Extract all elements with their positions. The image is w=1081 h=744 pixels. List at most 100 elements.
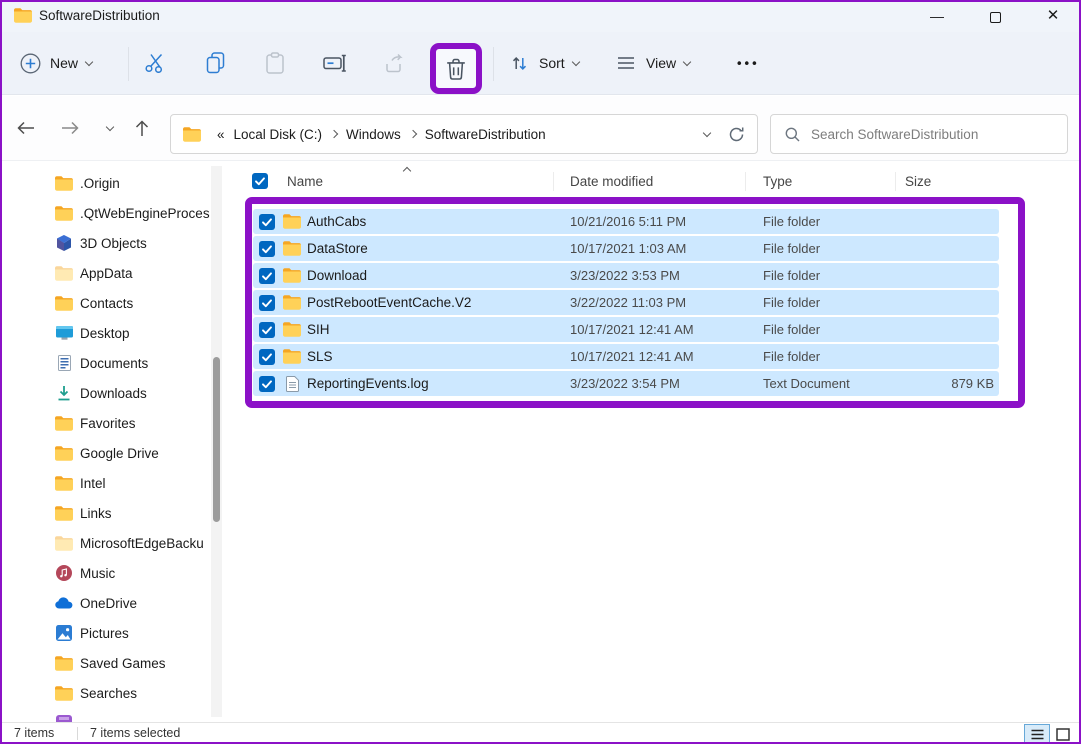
- file-row-sls[interactable]: SLS 10/17/2021 12:41 AM File folder: [253, 344, 999, 369]
- paste-button[interactable]: [263, 51, 287, 75]
- row-checkbox[interactable]: [259, 349, 275, 365]
- up-button[interactable]: [128, 114, 156, 142]
- sort-arrows-icon: [507, 51, 531, 75]
- folder-icon: [183, 126, 201, 142]
- sidebar-item-music[interactable]: Music: [0, 558, 212, 588]
- maximize-button[interactable]: [974, 0, 1016, 32]
- file-type: File folder: [763, 214, 820, 229]
- view-button[interactable]: View: [614, 51, 690, 75]
- sidebar-scrollbar-thumb[interactable]: [213, 357, 220, 522]
- folder-icon: [283, 241, 301, 257]
- thumbnail-view-button[interactable]: [1050, 724, 1076, 744]
- row-checkbox[interactable]: [259, 241, 275, 257]
- file-row-postrebooteventcache-v2[interactable]: PostRebootEventCache.V2 3/22/2022 11:03 …: [253, 290, 999, 315]
- sidebar-item-label: Searches: [80, 686, 137, 701]
- sidebar-item-downloads[interactable]: Downloads: [0, 378, 212, 408]
- file-row-datastore[interactable]: DataStore 10/17/2021 1:03 AM File folder: [253, 236, 999, 261]
- column-divider[interactable]: [745, 172, 746, 191]
- file-date-modified: 3/22/2022 11:03 PM: [570, 295, 686, 310]
- sidebar-item-microsoftedgebacku[interactable]: MicrosoftEdgeBacku: [0, 528, 212, 558]
- column-header-name[interactable]: Name: [287, 174, 323, 189]
- sidebar-item-label: Saved Games: [80, 656, 166, 671]
- document-icon: [55, 355, 73, 371]
- see-more-button[interactable]: •••: [737, 56, 760, 71]
- file-row-reportingevents-log[interactable]: ReportingEvents.log 3/23/2022 3:54 PM Te…: [253, 371, 999, 396]
- row-checkbox[interactable]: [259, 376, 275, 392]
- view-button-label: View: [646, 55, 676, 71]
- details-view-button[interactable]: [1024, 724, 1050, 744]
- sidebar-item-documents[interactable]: Documents: [0, 348, 212, 378]
- sidebar-item-google-drive[interactable]: Google Drive: [0, 438, 212, 468]
- sidebar-item-qtwebengineproces[interactable]: .QtWebEngineProces: [0, 198, 212, 228]
- row-checkbox[interactable]: [259, 214, 275, 230]
- monitor-icon: [55, 325, 73, 341]
- sidebar-item-label: Pictures: [80, 626, 129, 641]
- breadcrumb-item-windows[interactable]: Windows: [346, 127, 401, 142]
- cube-icon: [55, 235, 73, 251]
- sidebar-item-saved-games[interactable]: Saved Games: [0, 648, 212, 678]
- copy-button[interactable]: [203, 51, 227, 75]
- content-area: .Origin .QtWebEngineProces 3D Objects Ap…: [0, 161, 1081, 722]
- chevron-right-icon: [330, 130, 338, 138]
- folder-icon: [283, 214, 301, 230]
- folder-icon: [283, 295, 301, 311]
- sidebar-item-desktop[interactable]: Desktop: [0, 318, 212, 348]
- sidebar-item-favorites[interactable]: Favorites: [0, 408, 212, 438]
- minimize-button[interactable]: —: [916, 0, 958, 32]
- sidebar-item-searches[interactable]: Searches: [0, 678, 212, 708]
- sidebar-item-intel[interactable]: Intel: [0, 468, 212, 498]
- file-list: AuthCabs 10/21/2016 5:11 PM File folder …: [253, 209, 999, 398]
- file-type: File folder: [763, 349, 820, 364]
- breadcrumb-item-current[interactable]: SoftwareDistribution: [425, 127, 546, 142]
- sidebar-item-pictures[interactable]: Pictures: [0, 618, 212, 648]
- file-name: Download: [307, 268, 367, 283]
- search-input[interactable]: Search SoftwareDistribution: [770, 114, 1068, 154]
- column-divider[interactable]: [895, 172, 896, 191]
- close-button[interactable]: ✕: [1032, 0, 1074, 32]
- sidebar-item-contacts[interactable]: Contacts: [0, 288, 212, 318]
- breadcrumb[interactable]: « Local Disk (C:) Windows SoftwareDistri…: [170, 114, 758, 154]
- sort-button[interactable]: Sort: [507, 51, 579, 75]
- refresh-icon[interactable]: [727, 125, 745, 143]
- cut-button[interactable]: [143, 51, 167, 75]
- select-all-checkbox[interactable]: [252, 173, 268, 189]
- column-header-type[interactable]: Type: [763, 174, 792, 189]
- sidebar-item-label: AppData: [80, 266, 133, 281]
- forward-button[interactable]: [56, 114, 84, 142]
- address-dropdown-chevron-icon[interactable]: [703, 128, 711, 136]
- recent-locations-button[interactable]: [96, 114, 124, 142]
- sidebar-item-label: Music: [80, 566, 115, 581]
- row-checkbox[interactable]: [259, 268, 275, 284]
- sidebar-item-origin[interactable]: .Origin: [0, 168, 212, 198]
- chevron-right-icon: [409, 130, 417, 138]
- sidebar-item-3d-objects[interactable]: 3D Objects: [0, 228, 212, 258]
- sidebar-item-label: Desktop: [80, 326, 130, 341]
- sidebar-item-item[interactable]: [0, 708, 212, 722]
- status-bar: 7 items 7 items selected: [0, 722, 1081, 744]
- share-button[interactable]: [383, 51, 407, 75]
- file-date-modified: 10/17/2021 12:41 AM: [570, 322, 694, 337]
- column-header-size[interactable]: Size: [905, 174, 931, 189]
- file-date-modified: 3/23/2022 3:54 PM: [570, 376, 680, 391]
- sidebar-scrollbar[interactable]: [211, 166, 222, 717]
- plus-circle-icon: [18, 51, 42, 75]
- column-header-date[interactable]: Date modified: [570, 174, 653, 189]
- sidebar-item-onedrive[interactable]: OneDrive: [0, 588, 212, 618]
- cloud-icon: [55, 595, 73, 611]
- breadcrumb-item-drive[interactable]: Local Disk (C:): [234, 127, 323, 142]
- file-row-sih[interactable]: SIH 10/17/2021 12:41 AM File folder: [253, 317, 999, 342]
- sidebar-item-links[interactable]: Links: [0, 498, 212, 528]
- file-row-authcabs[interactable]: AuthCabs 10/21/2016 5:11 PM File folder: [253, 209, 999, 234]
- rename-button[interactable]: [323, 51, 347, 75]
- trash-icon: [444, 57, 468, 81]
- back-button[interactable]: [12, 114, 40, 142]
- delete-button[interactable]: [444, 57, 468, 81]
- file-type: File folder: [763, 322, 820, 337]
- file-name: AuthCabs: [307, 214, 366, 229]
- column-divider[interactable]: [553, 172, 554, 191]
- sidebar-item-appdata[interactable]: AppData: [0, 258, 212, 288]
- file-row-download[interactable]: Download 3/23/2022 3:53 PM File folder: [253, 263, 999, 288]
- new-button[interactable]: New: [18, 51, 92, 75]
- row-checkbox[interactable]: [259, 295, 275, 311]
- row-checkbox[interactable]: [259, 322, 275, 338]
